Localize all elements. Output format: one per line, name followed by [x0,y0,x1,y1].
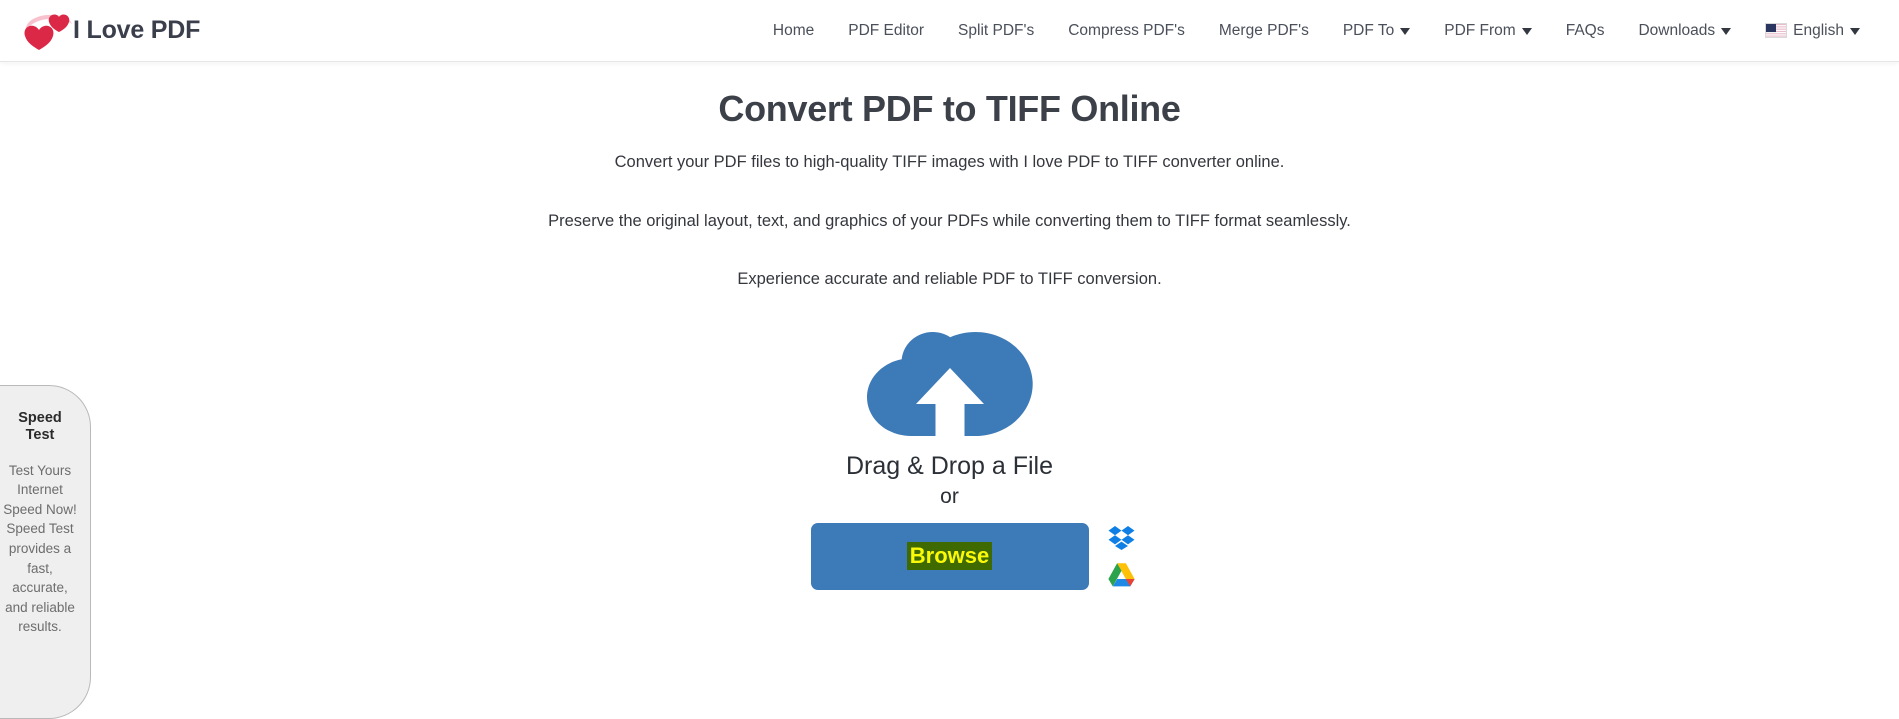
nav-label: PDF To [1343,22,1394,40]
google-drive-icon[interactable] [1108,562,1135,587]
nav-item-split-pdfs[interactable]: Split PDF's [941,0,1051,61]
nav-item-pdf-editor[interactable]: PDF Editor [831,0,941,61]
browse-button-label: Browse [907,542,992,569]
nav-item-faqs[interactable]: FAQs [1549,0,1622,61]
chevron-down-icon [1850,28,1860,35]
dropbox-icon[interactable] [1108,525,1135,550]
lead-paragraph-2: Preserve the original layout, text, and … [0,211,1899,232]
chevron-down-icon [1721,28,1731,35]
or-label: or [940,484,959,510]
cloud-service-buttons [1108,525,1135,587]
nav-label: English [1793,22,1844,40]
nav-label: Merge PDF's [1219,22,1309,40]
speed-test-widget[interactable]: Speed Test Test Yours Internet Speed Now… [0,385,91,719]
drag-drop-label: Drag & Drop a File [846,450,1053,483]
site-header: I Love PDF Home PDF Editor Split PDF's C… [0,0,1899,62]
main-content: Convert PDF to TIFF Online Convert your … [0,62,1899,694]
nav-item-compress-pdfs[interactable]: Compress PDF's [1051,0,1202,61]
brand-logo-link[interactable]: I Love PDF [20,11,200,51]
cloud-upload-icon[interactable] [867,332,1033,436]
two-hearts-logo-icon [20,11,76,51]
chevron-down-icon [1522,28,1532,35]
nav-label: Compress PDF's [1068,22,1185,40]
brand-title: I Love PDF [73,18,200,43]
nav-item-home[interactable]: Home [756,0,831,61]
nav-item-pdf-from[interactable]: PDF From [1427,0,1548,61]
nav-item-language-selector[interactable]: English [1748,0,1877,61]
nav-label: Split PDF's [958,22,1034,40]
nav-label: PDF From [1444,22,1515,40]
browse-row: Browse [811,523,1089,590]
nav-label: FAQs [1566,22,1605,40]
page-title: Convert PDF to TIFF Online [0,88,1899,130]
chevron-down-icon [1400,28,1410,35]
nav-item-downloads[interactable]: Downloads [1621,0,1748,61]
speed-test-description: Test Yours Internet Speed Now! Speed Tes… [2,461,78,637]
browse-button[interactable]: Browse [811,523,1089,590]
file-dropzone[interactable]: Drag & Drop a File or Browse [0,332,1899,590]
speed-test-title: Speed Test [2,410,78,445]
nav-item-pdf-to[interactable]: PDF To [1326,0,1427,61]
us-flag-icon [1765,23,1787,38]
lead-paragraph-1: Convert your PDF files to high-quality T… [0,152,1899,173]
nav-label: Home [773,22,814,40]
nav-label: PDF Editor [848,22,924,40]
lead-paragraph-3: Experience accurate and reliable PDF to … [0,269,1899,290]
main-navigation: Home PDF Editor Split PDF's Compress PDF… [756,0,1877,61]
nav-item-merge-pdfs[interactable]: Merge PDF's [1202,0,1326,61]
nav-label: Downloads [1638,22,1715,40]
